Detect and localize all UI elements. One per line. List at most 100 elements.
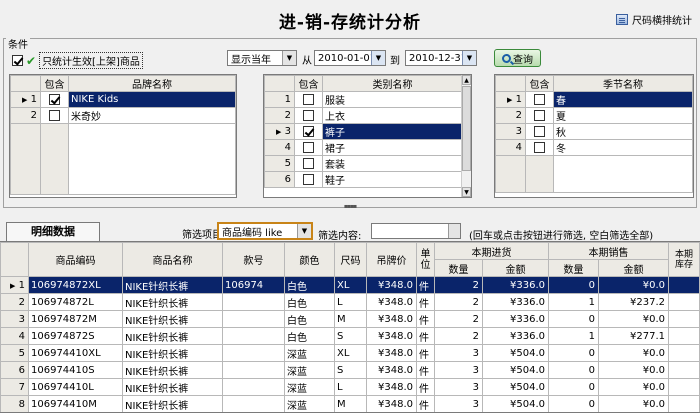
- query-button[interactable]: 查询: [494, 49, 541, 67]
- scroll-thumb[interactable]: [462, 86, 471, 171]
- unit-cell[interactable]: 件: [416, 327, 435, 345]
- date-to-picker[interactable]: 2010-12-31 ▼: [405, 50, 477, 66]
- color-cell[interactable]: 白色: [284, 293, 335, 311]
- chevron-down-icon[interactable]: ▼: [462, 51, 476, 65]
- stock-cell[interactable]: [668, 327, 700, 345]
- include-checkbox[interactable]: [534, 93, 545, 105]
- category-grid[interactable]: 包含 类别名称 1 服装 2 上衣 ▶ 3 裤子 4 裙子 5 套装 6 鞋子 …: [263, 74, 472, 198]
- tab-detail-data[interactable]: 明细数据: [6, 222, 100, 241]
- purchase-amount-cell[interactable]: ¥336.0: [482, 276, 549, 294]
- code-cell[interactable]: 106974872M: [28, 310, 123, 328]
- brand-name-cell[interactable]: 米奇妙: [68, 107, 236, 124]
- sales-qty-cell[interactable]: 0: [548, 361, 599, 379]
- stock-cell[interactable]: [668, 310, 700, 328]
- col-header-include[interactable]: 包含: [525, 75, 554, 92]
- chevron-down-icon[interactable]: ▼: [297, 224, 311, 238]
- style-cell[interactable]: [222, 310, 285, 328]
- chevron-down-icon[interactable]: ▼: [371, 51, 385, 65]
- style-cell[interactable]: 106974: [222, 276, 285, 294]
- splitter-grip[interactable]: ▪▪▪▪: [340, 204, 360, 210]
- sales-qty-cell[interactable]: 0: [548, 276, 599, 294]
- ellipsis-button-icon[interactable]: [448, 224, 460, 238]
- size-cell[interactable]: M: [334, 395, 367, 412]
- purchase-qty-cell[interactable]: 3: [434, 378, 483, 396]
- tag-price-cell[interactable]: ¥348.0: [366, 344, 417, 362]
- col-header-include[interactable]: 包含: [40, 75, 69, 92]
- purchase-qty-cell[interactable]: 2: [434, 276, 483, 294]
- table-row[interactable]: 2 夏: [495, 107, 693, 124]
- include-checkbox[interactable]: [303, 125, 314, 137]
- tag-price-cell[interactable]: ¥348.0: [366, 327, 417, 345]
- include-cell[interactable]: [40, 107, 69, 124]
- include-cell[interactable]: [294, 91, 323, 108]
- color-cell[interactable]: 深蓝: [284, 395, 335, 412]
- include-cell[interactable]: [294, 123, 323, 140]
- color-cell[interactable]: 深蓝: [284, 378, 335, 396]
- brand-grid[interactable]: 包含 品牌名称 ▶ 1 NIKE Kids 2 米奇妙: [9, 74, 237, 198]
- col-header-code[interactable]: 商品编码: [28, 242, 123, 277]
- include-checkbox[interactable]: [303, 109, 314, 121]
- sales-amount-cell[interactable]: ¥0.0: [598, 378, 669, 396]
- name-cell[interactable]: NIKE针织长裤: [122, 327, 223, 345]
- include-cell[interactable]: [294, 139, 323, 156]
- include-checkbox[interactable]: [534, 125, 545, 137]
- unit-cell[interactable]: 件: [416, 395, 435, 412]
- category-scrollbar[interactable]: ▲ ▼: [461, 75, 471, 197]
- unit-cell[interactable]: 件: [416, 276, 435, 294]
- col-header-category-name[interactable]: 类别名称: [322, 75, 463, 92]
- unit-cell[interactable]: 件: [416, 378, 435, 396]
- include-checkbox[interactable]: [534, 141, 545, 153]
- tag-price-cell[interactable]: ¥348.0: [366, 361, 417, 379]
- size-cell[interactable]: S: [334, 361, 367, 379]
- category-name-cell[interactable]: 鞋子: [322, 171, 463, 188]
- unit-cell[interactable]: 件: [416, 293, 435, 311]
- purchase-amount-cell[interactable]: ¥504.0: [482, 344, 549, 362]
- sales-amount-cell[interactable]: ¥237.2: [598, 293, 669, 311]
- detail-grid[interactable]: 商品编码 商品名称 款号 颜色 尺码 吊牌价 单位 本期进货 本期销售 本期库存…: [0, 241, 700, 413]
- size-cell[interactable]: M: [334, 310, 367, 328]
- style-cell[interactable]: [222, 395, 285, 412]
- sales-amount-cell[interactable]: ¥0.0: [598, 344, 669, 362]
- table-row[interactable]: 1 服装: [264, 91, 463, 108]
- tag-price-cell[interactable]: ¥348.0: [366, 395, 417, 412]
- purchase-amount-cell[interactable]: ¥336.0: [482, 310, 549, 328]
- name-cell[interactable]: NIKE针织长裤: [122, 276, 223, 294]
- name-cell[interactable]: NIKE针织长裤: [122, 378, 223, 396]
- table-row[interactable]: 5 106974410XL NIKE针织长裤 深蓝 XL ¥348.0 件 3 ¥504.0 0 ¥…: [0, 344, 700, 362]
- checkbox-box[interactable]: [12, 55, 23, 66]
- include-checkbox[interactable]: [303, 157, 314, 169]
- color-cell[interactable]: 白色: [284, 327, 335, 345]
- unit-cell[interactable]: 件: [416, 361, 435, 379]
- code-cell[interactable]: 106974872XL: [28, 276, 123, 294]
- table-row[interactable]: 3 秋: [495, 123, 693, 140]
- col-header-style[interactable]: 款号: [222, 242, 285, 277]
- sales-amount-cell[interactable]: ¥0.0: [598, 310, 669, 328]
- name-cell[interactable]: NIKE针织长裤: [122, 293, 223, 311]
- include-cell[interactable]: [294, 107, 323, 124]
- include-checkbox[interactable]: [49, 93, 60, 105]
- code-cell[interactable]: 106974872L: [28, 293, 123, 311]
- date-from-picker[interactable]: 2010-01-01 ▼: [314, 50, 386, 66]
- code-cell[interactable]: 106974410S: [28, 361, 123, 379]
- filter-item-select[interactable]: 商品编码 like ▼: [217, 222, 313, 240]
- table-row[interactable]: 8 106974410M NIKE针织长裤 深蓝 M ¥348.0 件 3 ¥504.0 0 ¥0.…: [0, 395, 700, 412]
- scroll-up-icon[interactable]: ▲: [462, 75, 471, 85]
- stock-cell[interactable]: [668, 395, 700, 412]
- sales-amount-cell[interactable]: ¥0.0: [598, 395, 669, 412]
- purchase-amount-cell[interactable]: ¥504.0: [482, 361, 549, 379]
- sales-qty-cell[interactable]: 0: [548, 378, 599, 396]
- tag-price-cell[interactable]: ¥348.0: [366, 293, 417, 311]
- sales-amount-cell[interactable]: ¥0.0: [598, 276, 669, 294]
- include-cell[interactable]: [525, 123, 554, 140]
- col-header-color[interactable]: 颜色: [284, 242, 335, 277]
- sales-qty-cell[interactable]: 0: [548, 344, 599, 362]
- table-row[interactable]: 5 套装: [264, 155, 463, 172]
- style-cell[interactable]: [222, 293, 285, 311]
- include-cell[interactable]: [294, 155, 323, 172]
- col-header-purchase-amount[interactable]: 金额: [482, 259, 549, 277]
- purchase-qty-cell[interactable]: 3: [434, 361, 483, 379]
- purchase-qty-cell[interactable]: 2: [434, 310, 483, 328]
- col-header-sales-amount[interactable]: 金额: [598, 259, 669, 277]
- table-row[interactable]: ▶ 1 NIKE Kids: [10, 91, 236, 108]
- season-name-cell[interactable]: 秋: [553, 123, 693, 140]
